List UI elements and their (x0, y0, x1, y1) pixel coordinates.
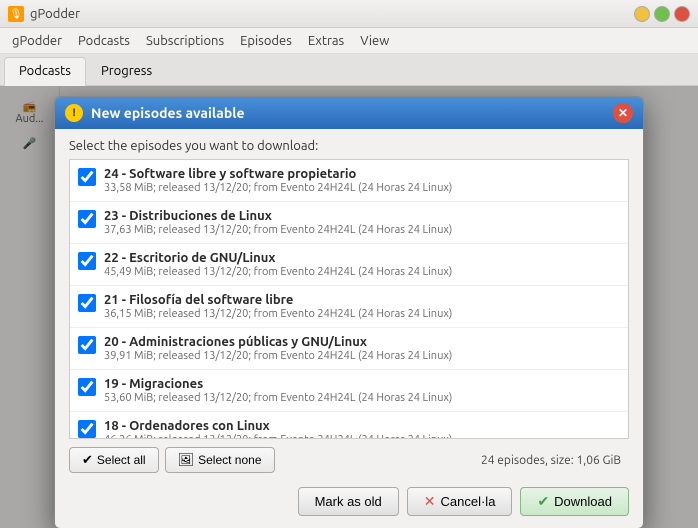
minimize-button[interactable] (634, 6, 650, 22)
menu-gpodder[interactable]: gPodder (4, 31, 70, 51)
episode-checkbox[interactable] (78, 168, 96, 186)
episode-checkbox[interactable] (78, 252, 96, 270)
episode-meta: 37,63 MiB; released 13/12/20; from Event… (104, 224, 452, 236)
window-controls (634, 6, 690, 22)
menubar: gPodder Podcasts Subscriptions Episodes … (0, 28, 698, 54)
image-icon: 🖼 (178, 452, 195, 468)
episode-item[interactable]: 18 - Ordenadores con Linux46,26 MiB; rel… (70, 412, 628, 439)
episode-item[interactable]: 23 - Distribuciones de Linux37,63 MiB; r… (70, 202, 628, 244)
episode-meta: 36,15 MiB; released 13/12/20; from Event… (104, 308, 452, 320)
cancel-icon: ✕ (424, 493, 436, 510)
app-icon: 🎙 (8, 6, 24, 22)
episode-checkbox[interactable] (78, 378, 96, 396)
episode-title: 23 - Distribuciones de Linux (104, 209, 452, 223)
episode-meta: 33,58 MiB; released 13/12/20; from Event… (104, 182, 452, 194)
dialog-title: New episodes available (91, 105, 613, 121)
dialog-info-icon: ! (65, 104, 83, 122)
episode-item[interactable]: 22 - Escritorio de GNU/Linux45,49 MiB; r… (70, 244, 628, 286)
close-button[interactable] (674, 6, 690, 22)
dialog-subtitle: Select the episodes you want to download… (55, 129, 643, 159)
new-episodes-dialog: ! New episodes available ✕ Select the ep… (54, 96, 644, 528)
mark-as-old-button[interactable]: Mark as old (298, 487, 399, 516)
episode-list[interactable]: 24 - Software libre y software propietar… (69, 159, 629, 439)
episode-title: 18 - Ordenadores con Linux (104, 419, 452, 433)
menu-extras[interactable]: Extras (300, 31, 352, 51)
episode-title: 21 - Filosofía del software libre (104, 293, 452, 307)
dialog-actions: Mark as old ✕ Cancel·la ✔ Download (55, 481, 643, 528)
menu-view[interactable]: View (352, 31, 397, 51)
download-button[interactable]: ✔ Download (520, 487, 629, 516)
size-info: 24 episodes, size: 1,06 GiB (281, 454, 629, 467)
episode-title: 19 - Migraciones (104, 377, 452, 391)
episode-item[interactable]: 24 - Software libre y software propietar… (70, 160, 628, 202)
menu-subscriptions[interactable]: Subscriptions (138, 31, 232, 51)
cancel-button[interactable]: ✕ Cancel·la (407, 487, 513, 516)
dialog-footer: ✔ Select all 🖼 Select none 24 episodes, … (55, 439, 643, 481)
title-bar: 🎙 gPodder (0, 0, 698, 28)
maximize-button[interactable] (654, 6, 670, 22)
main-window: 🎙 gPodder gPodder Podcasts Subscriptions… (0, 0, 698, 528)
episode-title: 24 - Software libre y software propietar… (104, 167, 452, 181)
episode-item[interactable]: 20 - Administraciones públicas y GNU/Lin… (70, 328, 628, 370)
dialog-close-button[interactable]: ✕ (613, 103, 633, 123)
dialog-overlay: ! New episodes available ✕ Select the ep… (0, 86, 698, 528)
select-all-button[interactable]: ✔ Select all (69, 447, 159, 473)
tab-progress[interactable]: Progress (86, 57, 167, 85)
episode-checkbox[interactable] (78, 294, 96, 312)
episode-meta: 46,26 MiB; released 13/12/20; from Event… (104, 434, 452, 439)
tab-bar: Podcasts Progress (0, 54, 698, 86)
episode-meta: 53,60 MiB; released 13/12/20; from Event… (104, 392, 452, 404)
window-title: gPodder (30, 7, 634, 21)
episode-checkbox[interactable] (78, 420, 96, 438)
episode-checkbox[interactable] (78, 336, 96, 354)
episode-title: 22 - Escritorio de GNU/Linux (104, 251, 452, 265)
select-none-button[interactable]: 🖼 Select none (165, 447, 275, 473)
download-icon: ✔ (537, 493, 549, 510)
episode-meta: 45,49 MiB; released 13/12/20; from Event… (104, 266, 452, 278)
main-area: 📻 Aud... 🎤 ! New episodes available ✕ Se… (0, 86, 698, 528)
check-icon: ✔ (82, 452, 93, 468)
menu-podcasts[interactable]: Podcasts (70, 31, 138, 51)
menu-episodes[interactable]: Episodes (232, 31, 300, 51)
episode-meta: 39,91 MiB; released 13/12/20; from Event… (104, 350, 452, 362)
dialog-titlebar: ! New episodes available ✕ (55, 97, 643, 129)
tab-podcasts[interactable]: Podcasts (4, 57, 86, 86)
episode-item[interactable]: 19 - Migraciones53,60 MiB; released 13/1… (70, 370, 628, 412)
episode-checkbox[interactable] (78, 210, 96, 228)
episode-item[interactable]: 21 - Filosofía del software libre36,15 M… (70, 286, 628, 328)
episode-title: 20 - Administraciones públicas y GNU/Lin… (104, 335, 452, 349)
